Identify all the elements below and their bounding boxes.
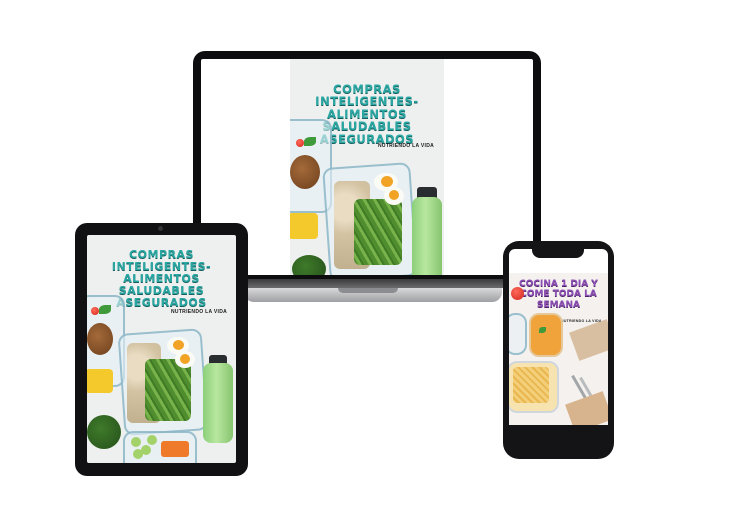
cover-title-line1: COMPRAS INTELIGENTES-: [315, 82, 419, 109]
broccoli: [87, 415, 121, 449]
phone-notch: [532, 246, 584, 258]
cover-author: NUTRIENDO LA VIDA: [378, 143, 435, 149]
laptop-trackpad-lip: [338, 288, 398, 293]
carrot-sticks: [161, 441, 189, 457]
bread-slice: [87, 323, 113, 355]
smoothie-bottle: [203, 363, 233, 443]
cover-title-line3: SEMANA: [536, 299, 581, 310]
herb-leaf: [99, 305, 111, 314]
cover-title-line2: ALIMENTOS SALUDABLES: [118, 271, 205, 297]
soup-bowl: [529, 313, 563, 357]
egg-yolk-1: [381, 176, 393, 187]
laptop-ebook-cover: COMPRAS INTELIGENTES- ALIMENTOS SALUDABL…: [290, 59, 444, 275]
cover-title-line1: COCINA 1 DIA Y: [519, 279, 598, 289]
grape-4: [147, 435, 157, 445]
bread-slice: [290, 155, 320, 189]
egg-yolk-1: [173, 340, 184, 350]
laptop-camera-notch: [352, 51, 380, 59]
tablet-ebook-cover: COMPRAS INTELIGENTES- ALIMENTOS SALUDABL…: [87, 235, 236, 463]
napkin: [565, 391, 608, 425]
tablet-camera: [158, 226, 163, 231]
meal-container-left: [509, 313, 527, 355]
green-beans: [354, 199, 402, 265]
egg-yolk-2: [389, 190, 399, 200]
herb-leaf: [304, 137, 316, 146]
phone-ebook-cover: COCINA 1 DIA Y COME TODA LA SEMANA NUTRI…: [509, 273, 608, 425]
pasta: [513, 367, 549, 403]
cover-title-line1: COMPRAS INTELIGENTES-: [111, 248, 212, 273]
phone-screen: COCINA 1 DIA Y COME TODA LA SEMANA NUTRI…: [509, 249, 608, 425]
laptop-hinge: [230, 279, 505, 288]
laptop-screen: COMPRAS INTELIGENTES- ALIMENTOS SALUDABL…: [201, 59, 533, 275]
green-beans: [145, 359, 191, 421]
lemon-slice: [290, 213, 318, 239]
egg-yolk-2: [180, 354, 190, 364]
tomato: [511, 287, 524, 300]
smoothie-bottle: [412, 197, 442, 275]
tomato: [296, 139, 304, 147]
wooden-board: [569, 319, 608, 361]
broccoli: [292, 255, 326, 275]
herb-leaf: [539, 327, 546, 333]
tomato: [91, 307, 99, 315]
grape-1: [131, 437, 141, 447]
cover-author: NUTRIENDO LA VIDA: [171, 309, 228, 315]
grape-3: [133, 449, 143, 459]
lemon-slice: [87, 369, 113, 393]
